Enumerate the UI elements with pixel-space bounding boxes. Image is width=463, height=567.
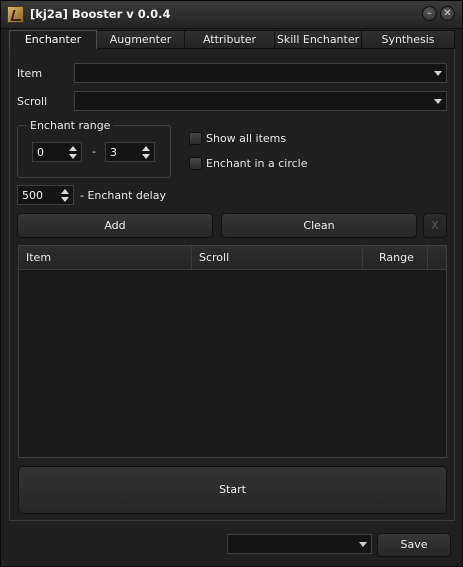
minimize-button[interactable]: – [422,6,437,21]
tab-skill-enchanter[interactable]: Skill Enchanter [275,30,362,49]
enchant-circle-checkbox[interactable] [189,157,202,170]
tab-attributer[interactable]: Attributer [185,30,275,49]
enchant-range-title: Enchant range [27,119,114,132]
range-from-spinbox[interactable]: 0 [32,142,82,162]
tab-bar: Enchanter Augmenter Attributer Skill Enc… [9,30,455,49]
enchant-delay-label: - Enchant delay [80,189,166,202]
enchant-delay-spinbox[interactable]: 500 [17,185,74,205]
window-title: [kj2a] Booster v 0.0.4 [30,7,171,21]
spin-down-icon[interactable] [61,197,69,202]
tab-enchanter[interactable]: Enchanter [9,30,97,49]
show-all-items-label[interactable]: Show all items [206,132,286,145]
spin-up-icon[interactable] [142,146,150,151]
remove-x-button[interactable]: X [423,213,447,238]
app-icon [7,6,24,23]
tab-synthesis[interactable]: Synthesis [362,30,455,49]
item-label: Item [17,67,43,80]
range-to-value: 3 [110,146,117,159]
add-button[interactable]: Add [17,213,213,238]
column-header-item[interactable]: Item [19,246,192,270]
save-button[interactable]: Save [377,533,451,557]
tab-augmenter[interactable]: Augmenter [97,30,185,49]
chevron-down-icon [434,99,442,104]
main-window: [kj2a] Booster v 0.0.4 – ✕ Enchanter Aug… [0,0,463,567]
table-header: Item Scroll Range [19,246,446,270]
range-to-spinbox[interactable]: 3 [105,142,155,162]
spin-down-icon[interactable] [69,154,77,159]
scroll-combobox[interactable] [74,91,447,111]
close-button[interactable]: ✕ [440,6,455,21]
range-separator: - [92,145,96,158]
start-button[interactable]: Start [18,466,447,514]
chevron-down-icon [434,71,442,76]
enchant-list-table[interactable]: Item Scroll Range [18,245,447,458]
range-from-value: 0 [37,146,44,159]
spin-up-icon[interactable] [69,146,77,151]
column-header-scroll[interactable]: Scroll [192,246,363,270]
item-combobox[interactable] [74,63,447,83]
enchant-delay-value: 500 [22,189,43,202]
scroll-label: Scroll [17,95,48,108]
spin-down-icon[interactable] [142,154,150,159]
enchant-circle-label[interactable]: Enchant in a circle [206,157,307,170]
chevron-down-icon [359,542,367,547]
show-all-items-checkbox[interactable] [189,132,202,145]
title-bar[interactable]: [kj2a] Booster v 0.0.4 – ✕ [1,1,462,29]
spin-up-icon[interactable] [61,189,69,194]
profile-combobox[interactable] [227,534,372,554]
column-header-range[interactable]: Range [363,246,428,270]
clean-button[interactable]: Clean [221,213,417,238]
